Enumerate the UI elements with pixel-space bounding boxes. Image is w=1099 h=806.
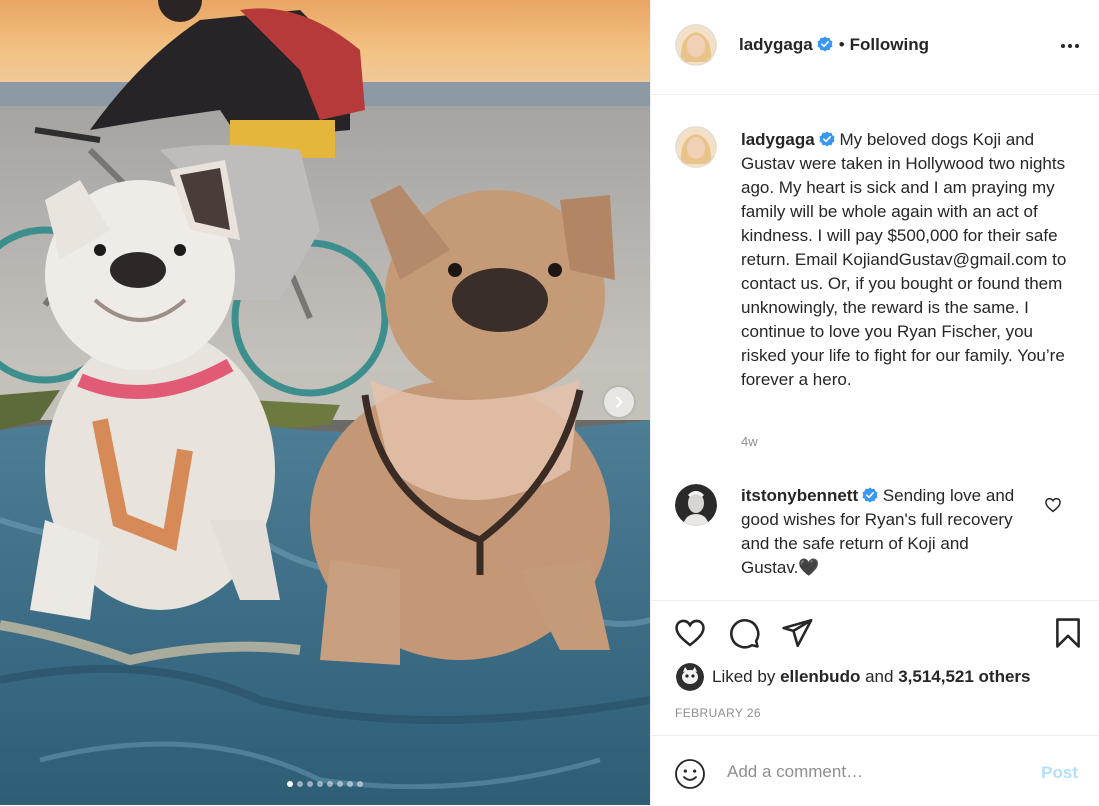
post-comment-button[interactable]: Post <box>1041 763 1078 783</box>
smiley-icon[interactable] <box>674 758 706 790</box>
carousel-dot <box>347 781 353 787</box>
verified-badge-icon <box>862 487 878 503</box>
likes-summary: Liked by ellenbudo and 3,514,521 others <box>676 662 1031 692</box>
carousel-next-button[interactable] <box>604 387 634 417</box>
more-dot <box>1075 44 1079 48</box>
chevron-right-icon <box>616 396 623 408</box>
liked-by-prefix: Liked by <box>712 667 776 686</box>
likes-count[interactable]: 3,514,521 others <box>898 667 1030 687</box>
carousel-dot <box>337 781 343 787</box>
comment-input[interactable] <box>727 760 1017 784</box>
liked-by-user[interactable]: ellenbudo <box>780 667 860 687</box>
more-dot <box>1068 44 1072 48</box>
caption-body: ladygaga My beloved dogs Koji and Gustav… <box>741 128 1076 392</box>
dogs-on-beach-image <box>0 0 650 805</box>
caption-author-avatar[interactable] <box>675 126 717 168</box>
carousel-dot <box>297 781 303 787</box>
author-username[interactable]: ladygaga <box>739 35 813 54</box>
carousel-dot <box>317 781 323 787</box>
post-date[interactable]: FEBRUARY 26 <box>675 706 761 720</box>
carousel-indicator <box>0 781 650 787</box>
separator-dot: • <box>838 35 845 54</box>
verified-badge-icon <box>819 131 835 147</box>
author-info: ladygaga • Following <box>739 34 929 56</box>
post-actions-bar <box>651 600 1099 601</box>
carousel-dot <box>327 781 333 787</box>
paper-plane-icon[interactable] <box>780 616 814 650</box>
verified-badge-icon <box>817 36 833 52</box>
commenter-avatar[interactable] <box>675 484 717 526</box>
author-avatar[interactable] <box>675 24 717 66</box>
post-time-ago[interactable]: 4w <box>741 434 758 449</box>
liker-avatar[interactable] <box>676 663 704 691</box>
carousel-dot <box>287 781 293 787</box>
more-horizontal-icon <box>1061 44 1065 48</box>
post-side-panel: ladygaga • Following ladygaga My beloved d… <box>650 0 1099 805</box>
comment-icon[interactable] <box>727 616 761 650</box>
comment-body: itstonybennett Sending love and good wis… <box>741 484 1026 580</box>
more-options-button[interactable] <box>1058 34 1082 58</box>
caption-text: My beloved dogs Koji and Gustav were tak… <box>741 130 1067 389</box>
liked-by-and: and <box>865 667 894 686</box>
add-comment-bar: Post <box>651 735 1099 806</box>
post-header: ladygaga • Following <box>651 0 1099 95</box>
carousel-dot <box>307 781 313 787</box>
commenter-username[interactable]: itstonybennett <box>741 486 858 505</box>
carousel-dot <box>357 781 363 787</box>
heart-icon[interactable] <box>673 616 707 650</box>
post-photo[interactable] <box>0 0 650 805</box>
caption-author-username[interactable]: ladygaga <box>741 130 815 149</box>
bookmark-icon[interactable] <box>1051 616 1085 650</box>
following-button[interactable]: Following <box>850 35 929 54</box>
comment-like-heart-icon[interactable] <box>1044 496 1062 514</box>
